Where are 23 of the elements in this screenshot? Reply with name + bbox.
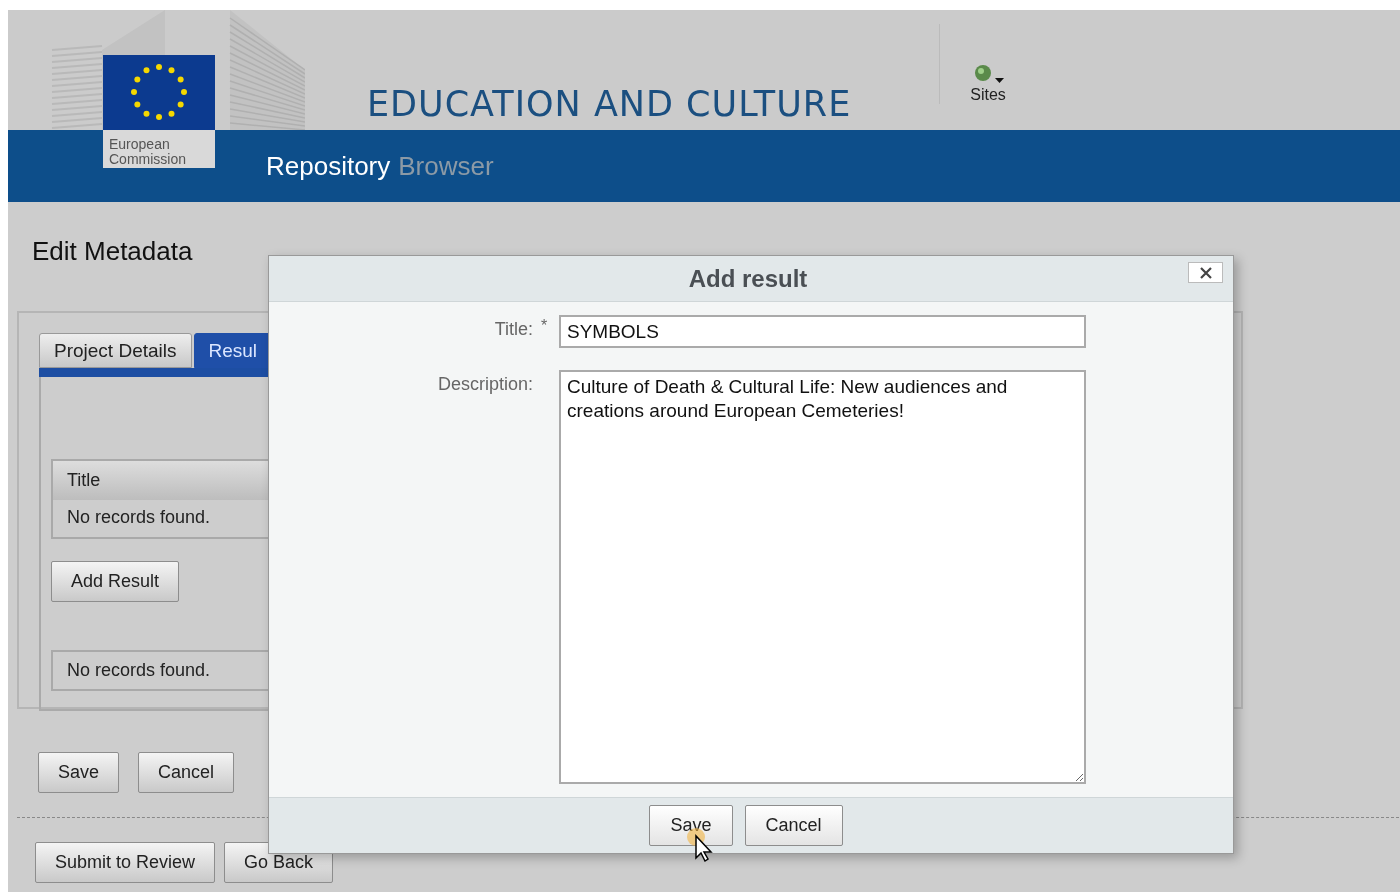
close-button[interactable] bbox=[1188, 262, 1223, 283]
banner-subtitle: Browser bbox=[398, 150, 494, 182]
banner-title: Repository bbox=[266, 150, 391, 182]
field-label: Description: bbox=[436, 373, 533, 395]
dialog-button[interactable]: Cancel bbox=[744, 805, 843, 846]
close-icon bbox=[1199, 266, 1212, 279]
logo-text: European Commission bbox=[103, 130, 215, 168]
dialog-title: Add result bbox=[688, 264, 808, 293]
tab[interactable]: Project Details bbox=[39, 333, 192, 368]
title-input[interactable]: SYMBOLS bbox=[559, 315, 1086, 348]
form-button[interactable]: Save bbox=[38, 752, 120, 793]
eu-flag-icon bbox=[103, 55, 215, 130]
site-title: EDUCATION AND CULTURE bbox=[367, 84, 852, 124]
form-button[interactable]: Cancel bbox=[138, 752, 235, 793]
action-button[interactable]: Submit to Review bbox=[35, 842, 216, 883]
required-mark: * bbox=[540, 316, 549, 335]
empty-message: No records found. bbox=[66, 506, 212, 529]
field-label: Title: bbox=[493, 318, 533, 340]
sites-menu[interactable]: Sites bbox=[970, 86, 1006, 104]
add-result-button[interactable]: Add Result bbox=[51, 561, 180, 602]
description-textarea[interactable]: Culture of Death & Cultural Life: New audiences and creations around European Cemeteries! bbox=[559, 370, 1086, 784]
dialog-button[interactable]: Save bbox=[649, 805, 733, 846]
page-title: Edit Metadata bbox=[32, 236, 194, 267]
